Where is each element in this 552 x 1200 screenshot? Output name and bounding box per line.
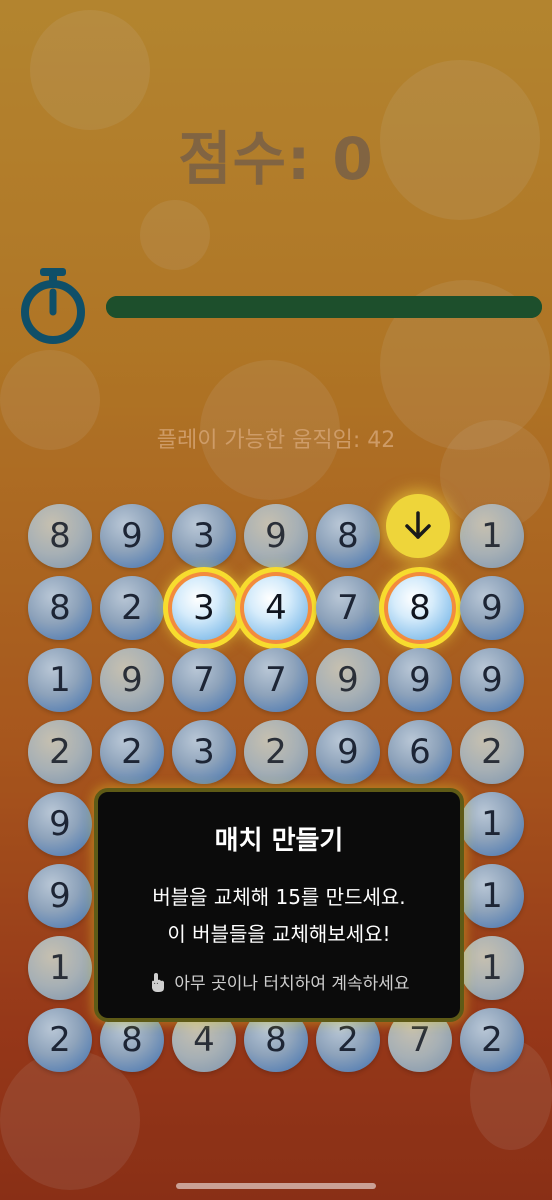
timer-bar [106, 296, 542, 318]
bubble-tile[interactable]: 1 [460, 936, 524, 1000]
bubble-tile[interactable]: 9 [388, 648, 452, 712]
playable-moves-label: 플레이 가능한 움직임: 42 [156, 428, 396, 453]
bubble-tile[interactable]: 7 [172, 648, 236, 712]
bubble-tile[interactable]: 9 [316, 720, 380, 784]
bubble-tile[interactable]: 8 [28, 576, 92, 640]
bubble-tile[interactable]: 6 [388, 720, 452, 784]
tutorial-footer-text: 아무 곳이나 터치하여 계속하세요 [174, 974, 410, 994]
bubble-tile[interactable]: 3 [172, 720, 236, 784]
score-label: 점수: 0 [178, 125, 374, 193]
bubble-tile[interactable]: 9 [100, 648, 164, 712]
bubble-tile[interactable]: 9 [100, 504, 164, 568]
bubble-tile[interactable]: 2 [100, 576, 164, 640]
bubble-tile[interactable]: 2 [28, 720, 92, 784]
bubble-tile[interactable]: 1 [28, 648, 92, 712]
tutorial-dialog[interactable]: 매치 만들기 버블을 교체해 15를 만드세요. 이 버블들을 교체해보세요! … [94, 788, 464, 1022]
home-indicator[interactable] [176, 1183, 376, 1189]
bubble-tile[interactable]: 9 [244, 504, 308, 568]
tutorial-body-line1: 버블을 교체해 15를 만드세요. [152, 885, 406, 909]
bubble-tile[interactable]: 1 [460, 792, 524, 856]
stopwatch-icon [21, 268, 85, 344]
bubble-tile[interactable]: 9 [28, 792, 92, 856]
bubble-tile[interactable]: 2 [460, 1008, 524, 1072]
bubble-tile[interactable]: 2 [244, 720, 308, 784]
bubble-tile[interactable]: 8 [316, 504, 380, 568]
bubble-tile[interactable]: 1 [28, 936, 92, 1000]
bubble-tile[interactable]: 2 [100, 720, 164, 784]
bubble-tile[interactable]: 2 [28, 1008, 92, 1072]
bubble-tile[interactable]: 9 [460, 648, 524, 712]
bubble-tile[interactable]: 9 [460, 576, 524, 640]
bubble-tile[interactable]: 7 [244, 648, 308, 712]
bubble-tile[interactable]: 8 [388, 576, 452, 640]
tutorial-continue-hint[interactable]: 아무 곳이나 터치하여 계속하세요 [98, 969, 460, 994]
bubble-tile[interactable]: 3 [172, 504, 236, 568]
bubble-tile[interactable]: 8 [28, 504, 92, 568]
bubble-tile[interactable]: 1 [460, 504, 524, 568]
bubble-tile[interactable]: 4 [244, 576, 308, 640]
timer-bar-fill [106, 296, 542, 318]
bubble-tile[interactable]: 9 [316, 648, 380, 712]
bubble-tile[interactable]: 2 [460, 720, 524, 784]
bubble-tile[interactable]: 7 [316, 576, 380, 640]
tutorial-body-line2: 이 버블들을 교체해보세요! [167, 922, 391, 946]
hint-arrow-indicator [386, 494, 450, 558]
bubble-tile[interactable]: 3 [172, 576, 236, 640]
arrow-down-icon [405, 511, 431, 539]
tap-hand-icon [152, 972, 165, 992]
background-bubble [140, 200, 210, 270]
bubble-tile[interactable]: 1 [460, 864, 524, 928]
bubble-tile[interactable]: 9 [28, 864, 92, 928]
tutorial-title: 매치 만들기 [214, 826, 344, 856]
